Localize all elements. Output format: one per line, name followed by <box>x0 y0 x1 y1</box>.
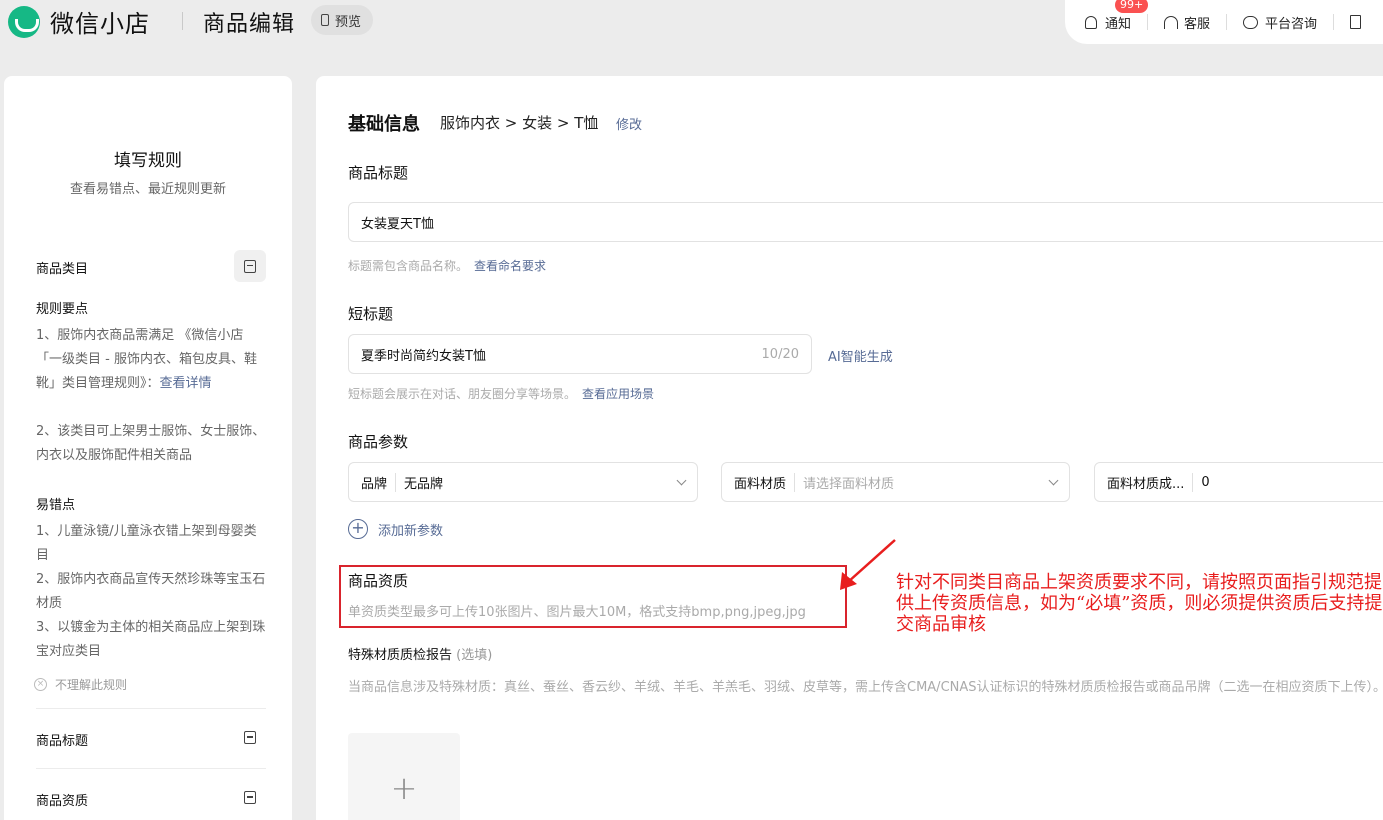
phone-icon <box>321 14 329 26</box>
rules-title-section[interactable]: 商品标题 <box>36 730 88 749</box>
bell-icon <box>1085 15 1097 29</box>
memo-icon <box>244 791 256 804</box>
toolbar-divider <box>1147 14 1149 30</box>
naming-rules-link[interactable]: 查看命名要求 <box>474 259 546 273</box>
close-circle-icon: × <box>34 678 47 691</box>
service-label: 客服 <box>1184 16 1211 32</box>
shop-logo-icon <box>8 5 40 38</box>
rules-panel: 填写规则 查看易错点、最近规则更新 商品类目 规则要点 1、服饰内衣商品需满足 … <box>4 76 292 820</box>
document-button[interactable] <box>1350 15 1362 29</box>
title-hint: 标题需包含商品名称。 查看命名要求 <box>348 257 546 274</box>
upload-image-button[interactable]: + <box>348 733 460 820</box>
ai-generate-button[interactable]: AI智能生成 <box>828 346 893 365</box>
product-edit-form: 基础信息 服饰内衣 > 女装 > T恤 修改 商品标题 女装夏天T恤 标题需包含… <box>316 76 1383 820</box>
memo-icon <box>244 259 256 273</box>
notify-label: 通知 <box>1105 16 1132 32</box>
brand-select[interactable]: 品牌 无品牌 <box>348 462 698 502</box>
rules-subtitle: 查看易错点、最近规则更新 <box>69 182 226 197</box>
key-point-1-text: 1、服饰内衣商品需满足 《微信小店「一级类目 - 服饰内衣、箱包皮具、鞋靴」类目… <box>36 328 257 391</box>
fabric-ratio-value: 0 <box>1201 474 1210 490</box>
chevron-down-icon <box>1048 475 1059 485</box>
short-title-hint: 短标题会展示在对话、朋友圈分享等场景。 查看应用场景 <box>348 385 654 402</box>
title-label: 商品标题 <box>348 164 409 182</box>
customer-service-button[interactable]: 客服 <box>1164 13 1210 32</box>
title-input[interactable]: 女装夏天T恤 <box>348 202 1383 242</box>
char-counter: 10/20 <box>761 346 799 362</box>
top-right-toolbar: 通知 99+ 客服 平台咨询 <box>1065 0 1383 44</box>
not-understand-button[interactable]: × 不理解此规则 <box>34 676 127 693</box>
add-param-label: 添加新参数 <box>378 523 444 539</box>
divider <box>36 768 266 769</box>
annotation-text: 针对不同类目商品上架资质要求不同，请按照页面指引规范提供上传资质信息，如为“必填… <box>896 572 1383 635</box>
fabric-select[interactable]: 面料材质 请选择面料材质 <box>721 462 1070 502</box>
scenarios-link[interactable]: 查看应用场景 <box>582 387 654 401</box>
add-param-button[interactable]: + 添加新参数 <box>348 519 443 539</box>
fabric-ratio-label: 面料材质成... <box>1107 472 1194 492</box>
short-title-input[interactable]: 夏季时尚简约女装T恤 10/20 <box>348 334 812 374</box>
category-breadcrumb: 服饰内衣 > 女装 > T恤 <box>440 114 599 132</box>
short-title-value: 夏季时尚简约女装T恤 <box>361 348 486 364</box>
divider <box>36 708 266 709</box>
rules-qualification-section[interactable]: 商品资质 <box>36 790 88 809</box>
mistakes-heading: 易错点 <box>36 498 76 513</box>
preview-label: 预览 <box>335 14 362 30</box>
fabric-ratio-input[interactable]: 面料材质成... 0 <box>1094 462 1383 502</box>
platform-consult-button[interactable]: 平台咨询 <box>1243 13 1317 32</box>
params-label: 商品参数 <box>348 433 409 451</box>
fabric-param-placeholder: 请选择面料材质 <box>803 476 895 492</box>
not-understand-label: 不理解此规则 <box>55 678 128 692</box>
chat-bubble-icon <box>1243 15 1259 29</box>
modify-category-link[interactable]: 修改 <box>616 114 642 133</box>
page-title: 商品编辑 <box>203 12 296 37</box>
short-title-label: 短标题 <box>348 305 394 323</box>
brand-name: 微信小店 <box>50 10 150 38</box>
key-points-heading: 规则要点 <box>36 302 89 317</box>
brand-param-label: 品牌 <box>361 472 397 492</box>
special-material-label-text: 特殊材质质检报告 <box>348 648 453 663</box>
short-title-hint-text: 短标题会展示在对话、朋友圈分享等场景。 <box>348 387 577 401</box>
preview-button[interactable]: 预览 <box>311 5 374 35</box>
toolbar-divider <box>1226 14 1228 30</box>
optional-tag: (选填) <box>456 648 493 663</box>
title-hint-text: 标题需包含商品名称。 <box>348 259 469 273</box>
key-point-1: 1、服饰内衣商品需满足 《微信小店「一级类目 - 服饰内衣、箱包皮具、鞋靴」类目… <box>36 324 268 396</box>
toolbar-divider <box>1333 14 1335 30</box>
key-point-2: 2、该类目可上架男士服饰、女士服饰、内衣以及服饰配件相关商品 <box>36 424 266 463</box>
view-details-link[interactable]: 查看详情 <box>160 376 212 391</box>
headset-icon <box>1164 15 1179 29</box>
special-material-desc: 当商品信息涉及特殊材质：真丝、蚕丝、香云纱、羊绒、羊毛、羊羔毛、羽绒、皮草等，需… <box>348 680 1383 695</box>
special-material-label: 特殊材质质检报告 (选填) <box>348 644 492 663</box>
chevron-down-icon <box>676 475 687 485</box>
title-input-value: 女装夏天T恤 <box>361 216 434 232</box>
rules-title: 填写规则 <box>114 151 182 171</box>
consult-label: 平台咨询 <box>1265 16 1318 32</box>
notify-badge: 99+ <box>1115 0 1149 13</box>
mistake-1: 1、儿童泳镜/儿童泳衣错上架到母婴类目 <box>36 524 257 563</box>
fabric-param-label: 面料材质 <box>734 472 796 492</box>
qualification-label: 商品资质 <box>348 572 409 590</box>
mistake-3: 3、以镀金为主体的相关商品应上架到珠宝对应类目 <box>36 620 266 659</box>
notify-button[interactable]: 通知 99+ <box>1085 0 1149 32</box>
title-rule-toggle[interactable] <box>244 731 256 744</box>
rules-category-heading: 商品类目 <box>36 262 89 277</box>
qualification-rule-toggle[interactable] <box>244 791 256 804</box>
brand-logo[interactable]: 微信小店 <box>8 4 150 39</box>
brand-param-value: 无品牌 <box>404 476 444 492</box>
document-icon <box>1350 15 1362 29</box>
basic-info-title: 基础信息 <box>348 114 420 135</box>
category-rule-toggle[interactable] <box>234 250 266 282</box>
header-divider <box>182 12 183 30</box>
plus-circle-icon: + <box>348 519 368 539</box>
qualification-hint: 单资质类型最多可上传10张图片、图片最大10M，格式支持bmp,png,jpeg… <box>348 605 806 620</box>
memo-icon <box>244 731 256 744</box>
mistake-2: 2、服饰内衣商品宣传天然珍珠等宝玉石材质 <box>36 572 266 611</box>
